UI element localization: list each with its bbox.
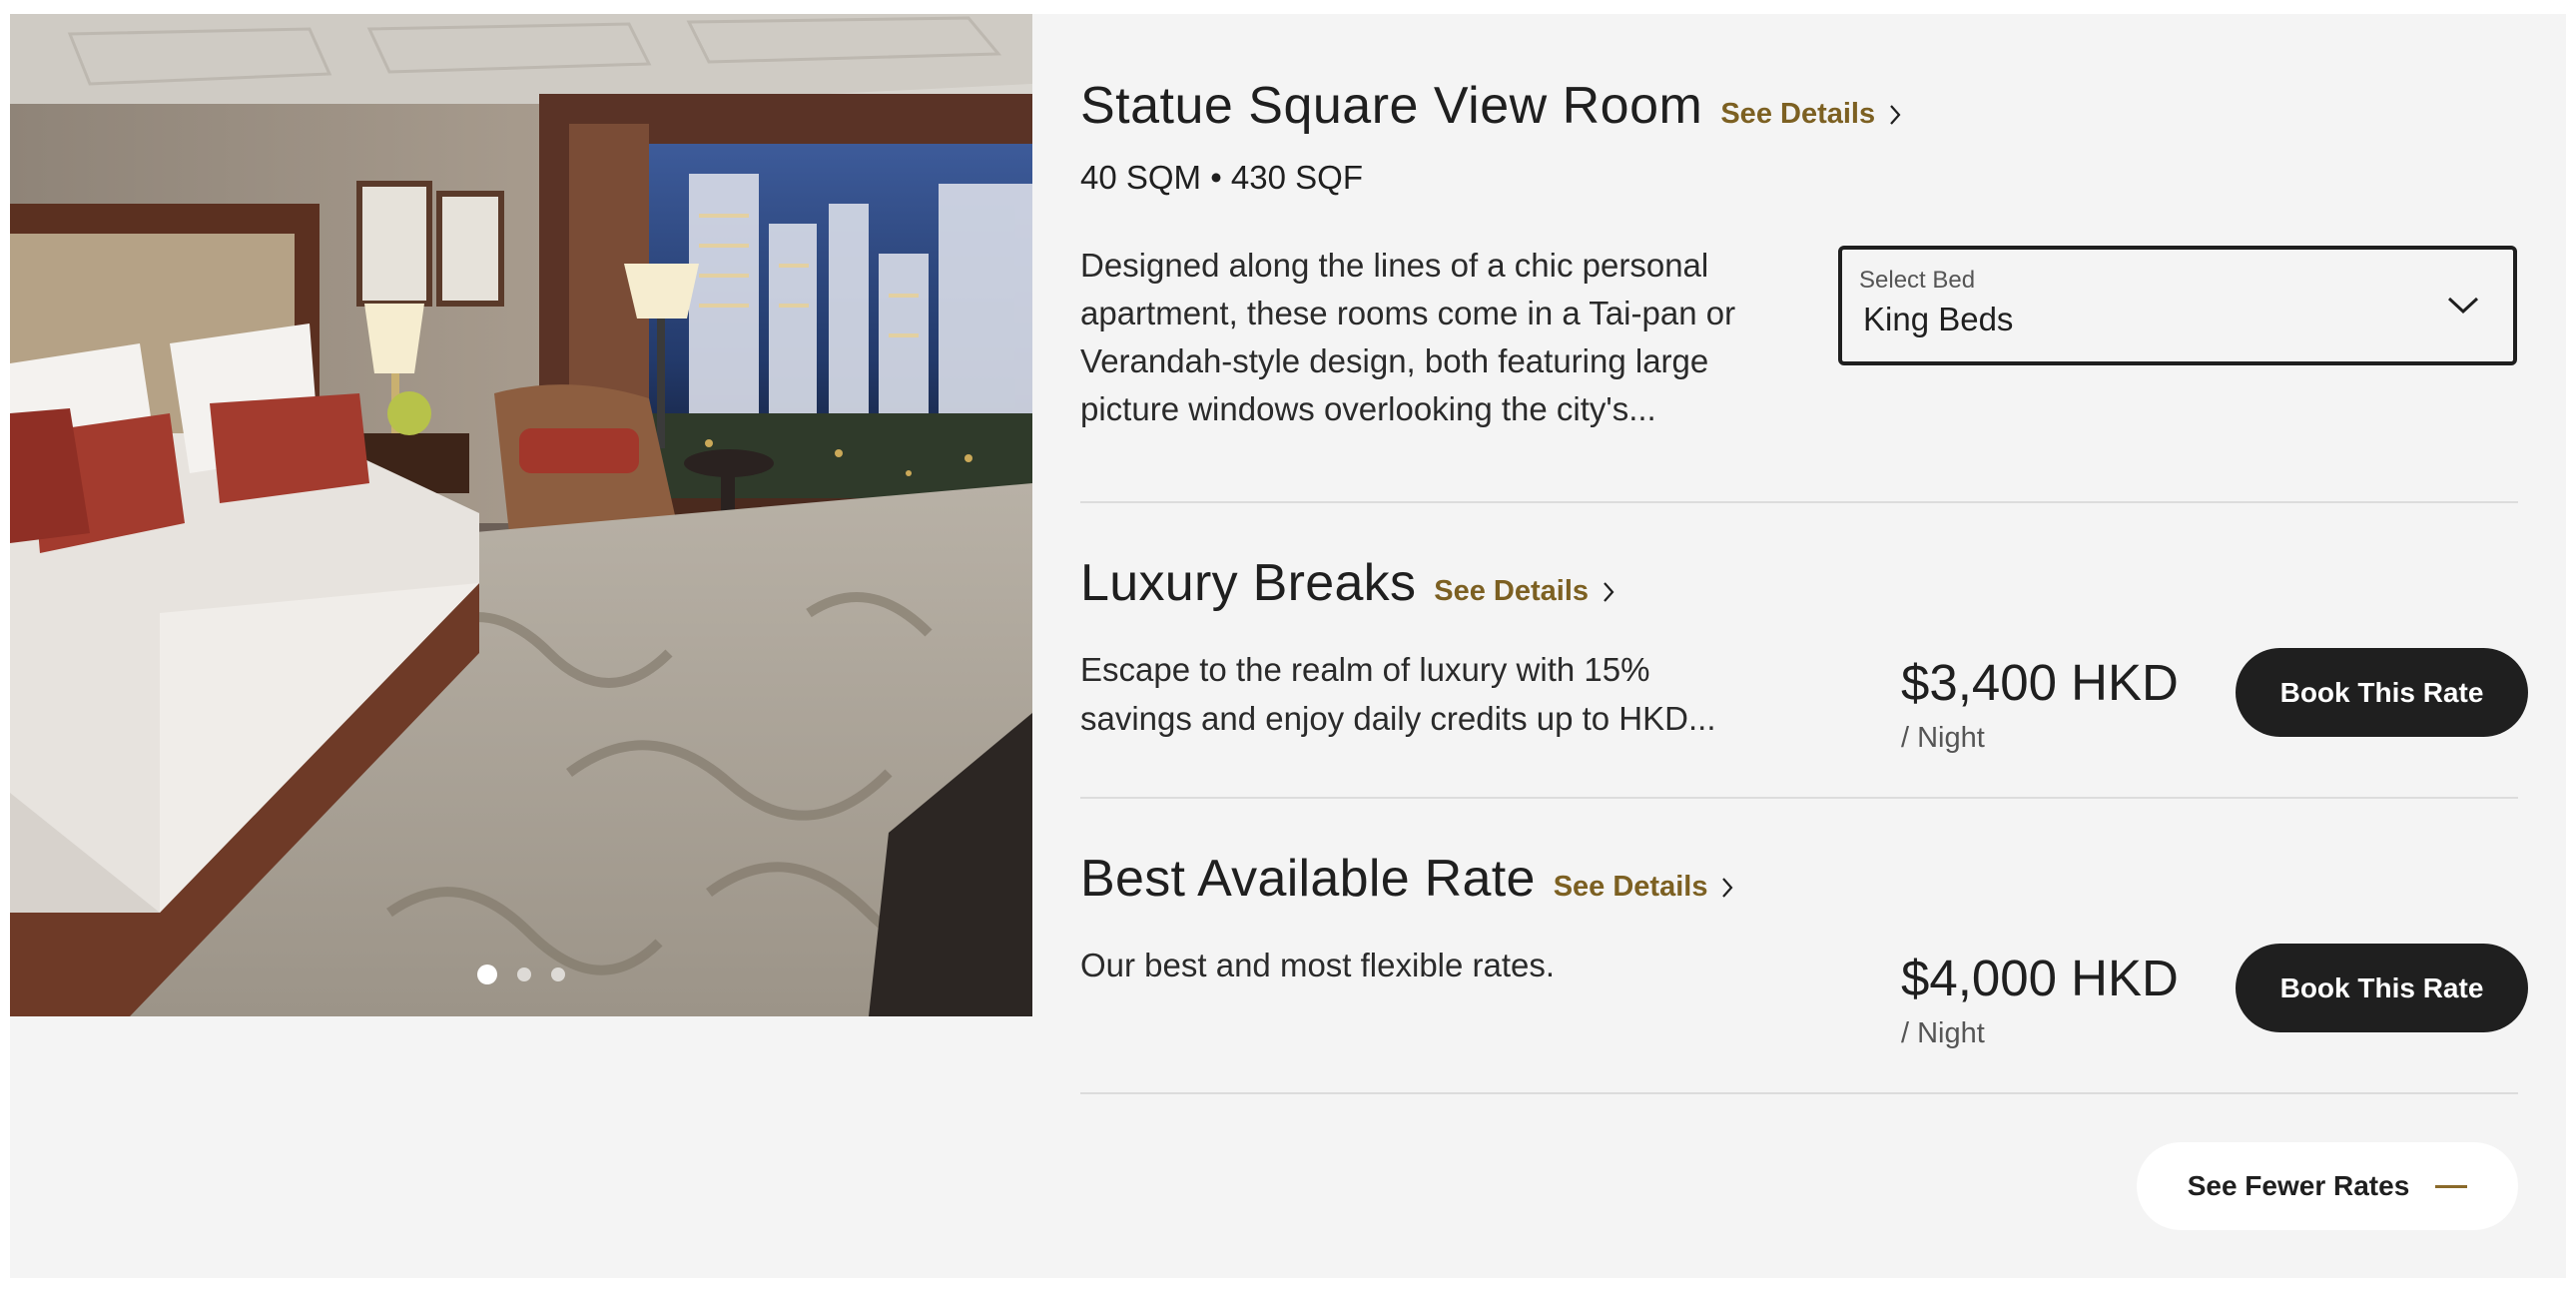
- see-fewer-label: See Fewer Rates: [2187, 1170, 2410, 1201]
- rate-title: Luxury Breaks: [1080, 554, 1417, 612]
- book-this-rate-button[interactable]: Book This Rate: [2236, 648, 2528, 737]
- rate-description: Escape to the realm of luxury with 15% s…: [1080, 651, 1716, 737]
- divider: [1080, 1092, 2518, 1094]
- chevron-right-icon: [1604, 581, 1614, 602]
- book-this-rate-button[interactable]: Book This Rate: [2236, 944, 2528, 1032]
- carousel-dot-1[interactable]: [477, 965, 497, 984]
- rate-price: $3,400 HKD: [1901, 654, 2179, 711]
- room-see-details-link[interactable]: See Details: [1720, 98, 1901, 131]
- room-size: 40 SQM • 430 SQF: [1080, 159, 1363, 196]
- bed-type-select[interactable]: Select Bed King Beds: [1838, 246, 2517, 365]
- rate-best-available: Best Available Rate See Details Our best…: [1080, 849, 2528, 1088]
- rate-per-night: / Night: [1901, 722, 1985, 754]
- carousel-pagination: [10, 964, 1032, 985]
- divider: [1080, 797, 2518, 799]
- room-card: Statue Square View Room See Details 40 S…: [10, 14, 2566, 1278]
- bed-select-value: King Beds: [1863, 301, 2014, 337]
- see-details-label: See Details: [1553, 871, 1708, 903]
- see-details-label: See Details: [1720, 98, 1876, 130]
- rate-see-details-link[interactable]: See Details: [1434, 575, 1614, 608]
- rate-see-details-link[interactable]: See Details: [1554, 871, 1734, 904]
- room-photo: [10, 14, 1032, 1016]
- chevron-down-icon: [2447, 297, 2479, 315]
- rate-per-night: / Night: [1901, 1017, 1985, 1049]
- rate-price: $4,000 HKD: [1901, 950, 2179, 1006]
- see-details-label: See Details: [1434, 575, 1590, 607]
- room-description: Designed along the lines of a chic perso…: [1080, 247, 1736, 427]
- rate-title: Best Available Rate: [1080, 850, 1536, 908]
- chevron-right-icon: [1890, 104, 1901, 125]
- rate-description: Our best and most flexible rates.: [1080, 947, 1556, 983]
- room-header: Statue Square View Room See Details: [1080, 76, 1901, 136]
- bed-select-label: Select Bed: [1859, 267, 1976, 294]
- divider: [1080, 501, 2518, 503]
- room-title: Statue Square View Room: [1080, 77, 1703, 135]
- carousel-dot-3[interactable]: [551, 968, 565, 981]
- see-fewer-rates-button[interactable]: See Fewer Rates: [2137, 1142, 2518, 1230]
- room-photo-carousel[interactable]: [10, 14, 1032, 1016]
- minus-icon: [2435, 1184, 2468, 1188]
- chevron-right-icon: [1722, 877, 1733, 898]
- rate-luxury-breaks: Luxury Breaks See Details Escape to the …: [1080, 553, 2528, 793]
- carousel-dot-2[interactable]: [517, 968, 531, 981]
